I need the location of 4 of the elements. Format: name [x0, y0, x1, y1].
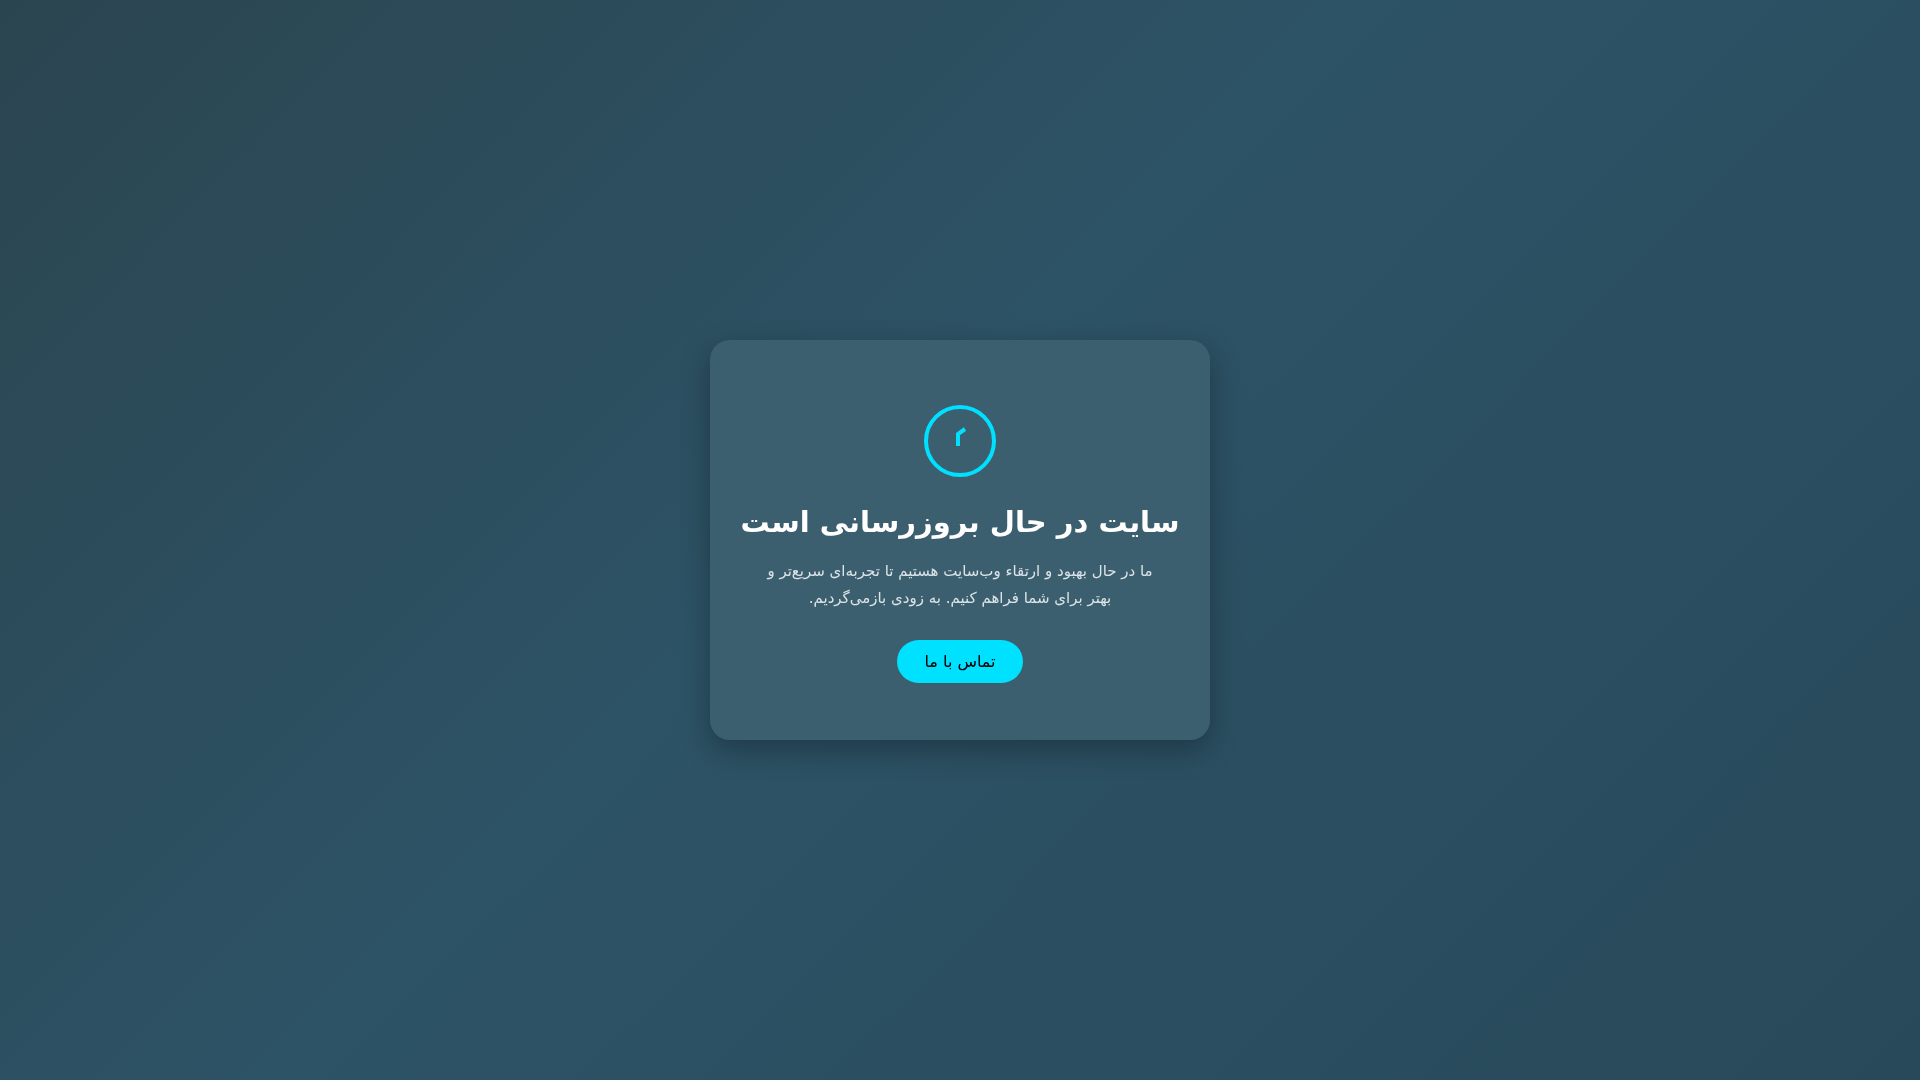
message-text: ما در حال بهبود و ارتقاء وب‌سایت هستیم تا تجربه‌ای سریع‌تر و بهتر برای شما فراهم کنیم. به زودی بازمی‌گردیم.	[766, 561, 1154, 610]
clock-icon	[923, 404, 997, 478]
page-title: سایت در حال بروزرسانی است	[740, 504, 1180, 541]
contact-button[interactable]: تماس با ما	[897, 640, 1023, 684]
